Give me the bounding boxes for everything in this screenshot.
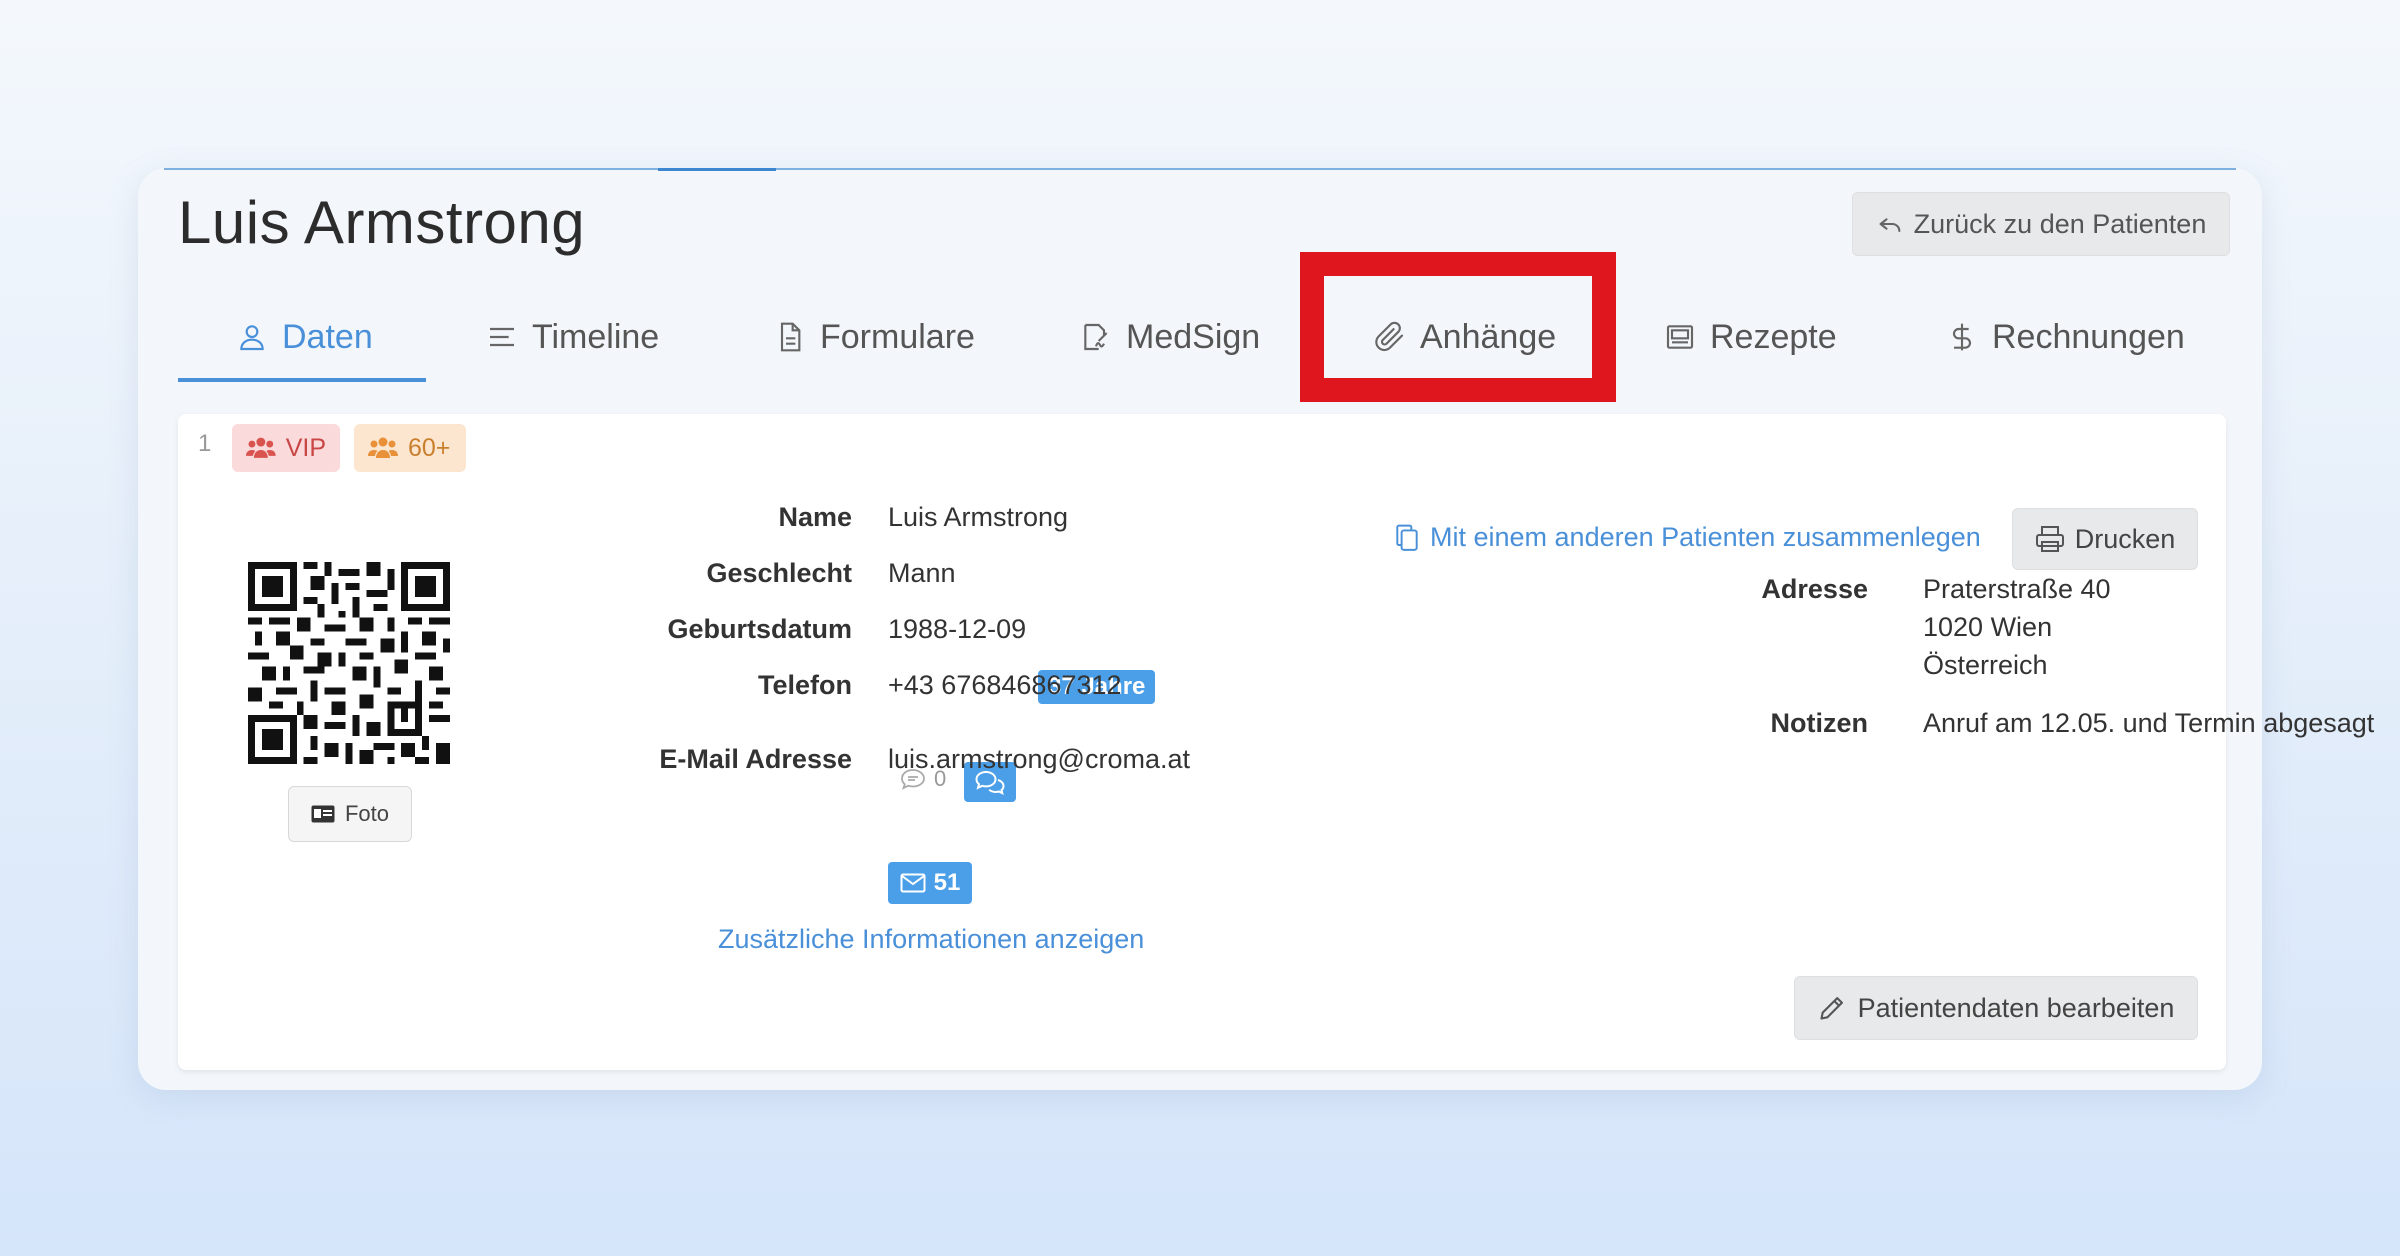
email-label: E-Mail Adresse: [659, 744, 852, 774]
more-info-link[interactable]: Zusätzliche Informationen anzeigen: [718, 924, 1144, 955]
notes-label: Notizen: [1770, 708, 1869, 738]
document-icon: [780, 322, 801, 352]
signature-icon: [1084, 323, 1108, 351]
foto-button-label: Foto: [344, 801, 390, 826]
pencil-icon: [1820, 997, 1843, 1020]
gender-value: Mann: [888, 558, 956, 588]
address-line-1: Praterstraße 40: [1923, 574, 2111, 604]
card-top-border: [164, 168, 2236, 170]
name-label: Name: [778, 502, 852, 532]
tab-timeline-label: Timeline: [532, 317, 660, 356]
email-count-value: 51: [933, 869, 961, 896]
users-icon: [368, 437, 398, 458]
merge-patient-link[interactable]: Mit einem anderen Patienten zusammenlege…: [1394, 522, 1981, 553]
row-number: 1: [198, 430, 212, 457]
email-value[interactable]: luis.armstrong@croma.at: [888, 744, 1190, 775]
vip-badge-label: VIP: [285, 433, 326, 462]
envelope-icon: [900, 873, 926, 893]
qr-code: [248, 562, 450, 764]
notes-value: Anruf am 12.05. und Termin abgesagt: [1923, 708, 2375, 738]
tab-daten[interactable]: Daten: [236, 292, 373, 382]
tab-timeline[interactable]: Timeline: [486, 292, 659, 382]
active-tab-underline: [178, 378, 426, 382]
tab-formulare[interactable]: Formulare: [774, 292, 975, 382]
dollar-icon: [1953, 323, 1971, 351]
reply-arrow-icon: [1879, 218, 1901, 233]
page-title: Luis Armstrong: [178, 189, 586, 256]
list-icon: [490, 327, 514, 347]
name-value: Luis Armstrong: [888, 502, 1069, 532]
address-line-3: Österreich: [1923, 650, 2048, 680]
tab-medsign[interactable]: MedSign: [1080, 292, 1260, 382]
phone-label: Telefon: [758, 670, 852, 700]
phone-value: +43 676846867312: [888, 670, 1122, 700]
address-line-2: 1020 Wien: [1923, 612, 2053, 642]
tab-medsign-label: MedSign: [1126, 317, 1261, 356]
users-icon: [246, 437, 276, 458]
patient-card: Luis Armstrong Zurück zu den Patienten D…: [138, 168, 2374, 1090]
email-count-button[interactable]: 51: [888, 862, 972, 904]
merge-patient-label: Mit einem anderen Patienten zusammenlege…: [1430, 522, 1981, 552]
birthdate-label: Geburtsdatum: [667, 614, 852, 644]
foto-button[interactable]: Foto: [288, 786, 412, 842]
back-to-patients-label: Zurück zu den Patienten: [1913, 208, 2207, 239]
printer-icon: [2035, 526, 2064, 552]
copy-icon: [1396, 524, 1418, 551]
id-card-icon: [311, 805, 335, 823]
tab-rezepte[interactable]: Rezepte: [1664, 292, 1837, 382]
anhaenge-highlight-frame: [1300, 252, 1616, 402]
edit-patient-label: Patientendaten bearbeiten: [1857, 992, 2175, 1023]
tab-rechnungen-label: Rechnungen: [1992, 317, 2185, 356]
edit-patient-button[interactable]: Patientendaten bearbeiten: [1794, 976, 2198, 1040]
gender-label: Geschlecht: [706, 558, 852, 588]
back-to-patients-button[interactable]: Zurück zu den Patienten: [1852, 192, 2230, 256]
tab-rechnungen[interactable]: Rechnungen: [1946, 292, 2185, 382]
print-button-label: Drucken: [2074, 523, 2176, 554]
vip-badge[interactable]: VIP: [232, 424, 340, 472]
loading-indicator: [658, 168, 776, 171]
age-60-badge-label: 60+: [408, 433, 451, 462]
tab-formulare-label: Formulare: [820, 317, 975, 356]
tab-daten-label: Daten: [282, 317, 373, 356]
address-label: Adresse: [1761, 574, 1868, 604]
patient-tabs: Daten Timeline Formulare MedSign Anhänge…: [178, 292, 2218, 382]
age-60-badge[interactable]: 60+: [354, 424, 466, 472]
prescription-icon: [1666, 325, 1694, 349]
tab-rezepte-label: Rezepte: [1710, 317, 1837, 356]
user-icon: [240, 325, 264, 351]
patient-data-panel: 1 VIP 60+ Foto Name Luis Armstrong Gesch…: [178, 414, 2374, 1070]
birthdate-value: 1988-12-09: [888, 614, 1027, 644]
print-button[interactable]: Drucken: [2012, 508, 2198, 570]
